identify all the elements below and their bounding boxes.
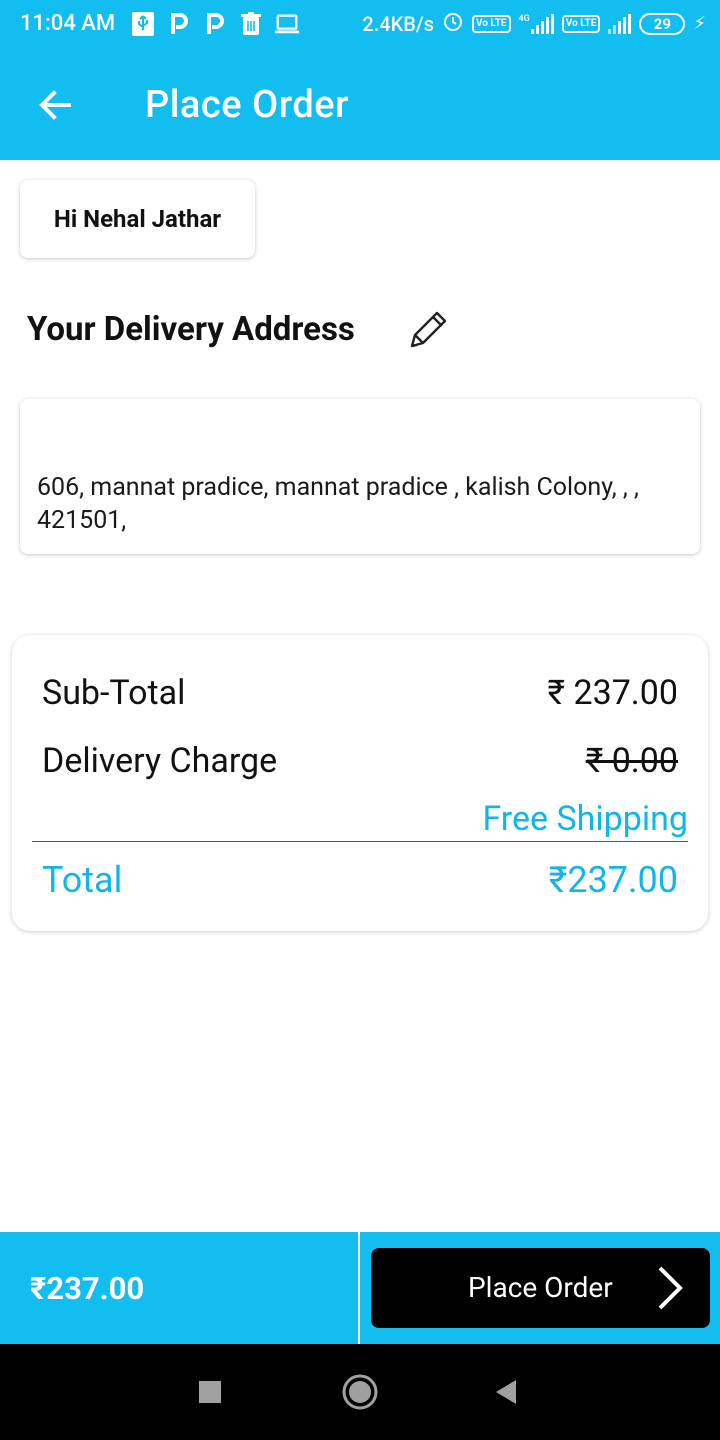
total-value: ₹237.00 (548, 859, 678, 901)
alarm-icon (442, 10, 464, 37)
divider (32, 841, 688, 842)
subtotal-label: Sub-Total (42, 673, 186, 713)
subtotal-value: ₹ 237.00 (547, 673, 678, 713)
total-label: Total (42, 859, 123, 901)
recent-apps-button[interactable] (190, 1372, 230, 1412)
notification-icons (130, 10, 300, 38)
back-icon (496, 1380, 516, 1404)
delivery-charge-label: Delivery Charge (42, 741, 278, 781)
edit-address-button[interactable] (404, 304, 452, 352)
free-shipping-label: Free Shipping (482, 799, 688, 839)
system-nav-bar (0, 1344, 720, 1440)
paytm-p-icon (202, 10, 228, 38)
greeting-card: Hi Nehal Jathar (20, 180, 255, 258)
bottom-action-bar: ₹237.00 Place Order (0, 1232, 720, 1344)
battery-level: 29 (653, 14, 671, 33)
signal-bars-2 (608, 13, 632, 34)
bottom-total-amount: ₹237.00 (30, 1270, 145, 1307)
network-speed: 2.4KB/s (362, 11, 434, 36)
trash-icon (238, 10, 264, 38)
signal-4g-icon: 4G (518, 13, 554, 34)
delivery-address-heading: Your Delivery Address (27, 310, 355, 349)
place-order-screen: 11:04 AM 2.4KB/s Vo LTE 4G Vo LTE 29 ⚡ P… (0, 0, 720, 1440)
volte-badge: Vo LTE (471, 14, 511, 33)
charging-icon: ⚡ (693, 13, 706, 34)
place-order-button[interactable]: Place Order (371, 1248, 710, 1328)
page-title: Place Order (145, 83, 350, 127)
recent-apps-icon (199, 1381, 221, 1403)
back-button[interactable] (30, 80, 80, 130)
pencil-icon (410, 311, 447, 348)
home-button[interactable] (340, 1372, 380, 1412)
status-indicators: 2.4KB/s Vo LTE 4G Vo LTE 29 ⚡ (362, 10, 706, 37)
status-time: 11:04 AM (20, 11, 116, 36)
status-bar: 11:04 AM 2.4KB/s Vo LTE 4G Vo LTE 29 ⚡ (0, 0, 720, 50)
delivery-charge-value: ₹ 0.00 (585, 741, 678, 781)
order-summary-card: Sub-Total ₹ 237.00 Delivery Charge ₹ 0.0… (12, 635, 708, 931)
chevron-right-icon (658, 1266, 683, 1310)
laptop-icon (274, 10, 300, 38)
bottom-bar-divider (358, 1232, 360, 1344)
app-bar: Place Order (0, 50, 720, 160)
place-order-label: Place Order (468, 1271, 613, 1304)
paytm-p-icon (166, 10, 192, 38)
volte-badge-2: Vo LTE (561, 14, 601, 33)
nav-back-button[interactable] (486, 1372, 526, 1412)
greeting-text: Hi Nehal Jathar (53, 205, 222, 233)
address-text: 606, mannat pradice, mannat pradice , ka… (37, 473, 639, 535)
home-icon (342, 1374, 378, 1410)
battery-icon: 29 (639, 12, 686, 35)
arrow-left-icon (39, 90, 71, 120)
usb-icon (130, 10, 156, 38)
address-card[interactable]: 606, mannat pradice, mannat pradice , ka… (20, 399, 700, 554)
network-type: 4G (518, 13, 530, 24)
signal-bars (530, 13, 554, 34)
